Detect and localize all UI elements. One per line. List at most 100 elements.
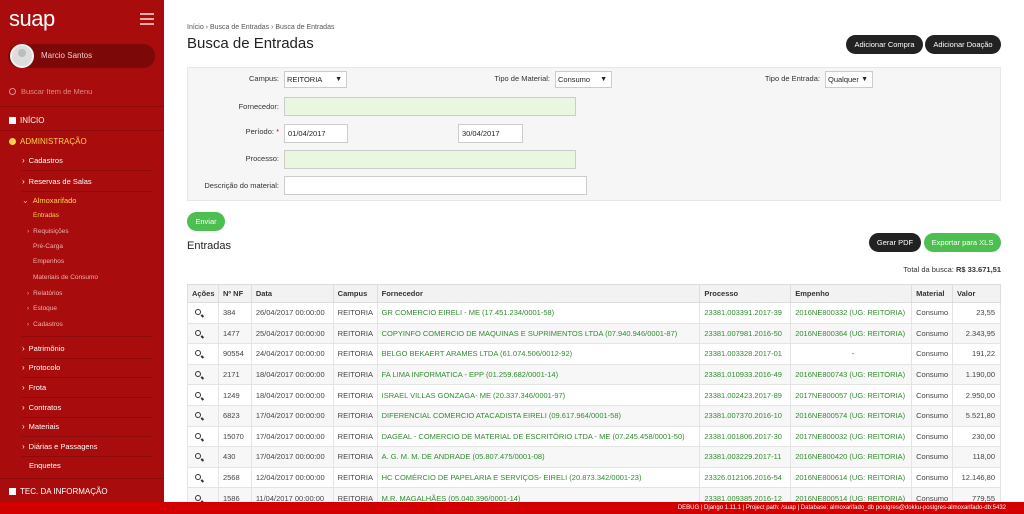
menu-search-input[interactable]: Buscar Item de Menu [9, 87, 92, 96]
view-action-cell[interactable] [187, 343, 219, 365]
processo-cell[interactable]: 23381.010933.2016-49 [699, 363, 792, 386]
menu-label: Cadastros [33, 321, 63, 328]
periodo-inicio-input[interactable]: 01/04/2017 [284, 124, 348, 143]
menu-item-empenhos[interactable]: Empenhos [33, 258, 64, 265]
table-row: 430 17/04/2017 00:00:00 REITORIA A. G. M. M… [187, 446, 1001, 468]
menu-item-contratos[interactable]: › Contratos [22, 403, 61, 412]
fornecedor-cell[interactable]: DIFERENCIAL COMERCIO ATACADISTA EIRELI (… [376, 404, 701, 427]
empenho-cell[interactable]: 2017NE800032 (UG: REITORIA) [790, 425, 913, 448]
descricao-input[interactable] [284, 176, 587, 195]
empenho-cell[interactable]: 2016NE800614 (UG: REITORIA) [790, 466, 913, 489]
processo-cell[interactable]: 23381.007370.2016-10 [699, 404, 792, 427]
search-icon[interactable] [195, 391, 201, 398]
menu-item-tec-informacao[interactable]: TEC. DA INFORMAÇÃO [9, 487, 108, 496]
view-action-cell[interactable] [187, 363, 219, 386]
processo-cell[interactable]: 23381.003229.2017-11 [699, 446, 792, 468]
menu-item-reservas[interactable]: › Reservas de Salas [22, 177, 92, 186]
menu-item-administracao[interactable]: ADMINISTRAÇÃO [9, 137, 87, 146]
fornecedor-cell[interactable]: COPYINFO COMERCIO DE MAQUINAS E SUPRIMEN… [376, 322, 701, 345]
menu-item-frota[interactable]: › Frota [22, 383, 46, 392]
menu-item-enquetes[interactable]: Enquetes [29, 461, 61, 470]
processo-cell[interactable]: 23381.009385.2016-12 [699, 487, 792, 502]
column-header[interactable]: Material [911, 284, 954, 303]
fornecedor-cell[interactable]: BELGO BEKAERT ARAMES LTDA (61.074.506/00… [376, 343, 701, 365]
menu-item-protocolo[interactable]: › Protocolo [22, 363, 60, 372]
menu-item-patrimonio[interactable]: › Patrimônio [22, 344, 65, 353]
tipo-entrada-select[interactable]: Qualquer ▼ [825, 71, 873, 88]
empenho-cell[interactable]: 2016NE800574 (UG: REITORIA) [790, 404, 913, 427]
view-action-cell[interactable] [187, 425, 219, 448]
campus-select[interactable]: REITORIA ▼ [284, 71, 347, 88]
search-icon[interactable] [195, 474, 201, 481]
exportar-xls-button[interactable]: Exportar para XLS [924, 233, 1001, 252]
fornecedor-cell[interactable]: DAGEAL - COMERCIO DE MATERIAL DE ESCRITÓ… [376, 425, 701, 448]
fornecedor-cell[interactable]: A. G. M. M. DE ANDRADE (05.807.475/0001-… [376, 446, 701, 468]
column-header[interactable]: Data [250, 284, 334, 303]
valor-cell: 191,22 [952, 343, 1001, 365]
menu-item-inicio[interactable]: INÍCIO [9, 116, 44, 125]
view-action-cell[interactable] [187, 487, 219, 502]
fornecedor-cell[interactable]: ISRAEL VILLAS GONZAGA- ME (20.337.346/00… [376, 384, 701, 406]
empenho-cell[interactable]: 2016NE800514 (UG: REITORIA) [790, 487, 913, 502]
empenho-cell[interactable]: 2016NE800364 (UG: REITORIA) [790, 322, 913, 345]
periodo-fim-input[interactable]: 30/04/2017 [458, 124, 523, 143]
menu-item-estoque[interactable]: › Estoque [27, 305, 57, 312]
menu-item-almox-cadastros[interactable]: › Cadastros [27, 321, 63, 328]
breadcrumb[interactable]: Início › Busca de Entradas › Busca de En… [187, 24, 334, 31]
fornecedor-cell[interactable]: M.R. MAGALHÃES (05.040.396/0001-14) [376, 487, 701, 502]
column-header[interactable]: Valor [952, 284, 1001, 303]
column-header[interactable]: Empenho [790, 284, 913, 303]
submit-button[interactable]: Enviar [187, 212, 225, 231]
empenho-cell[interactable]: 2016NE800332 (UG: REITORIA) [790, 302, 913, 324]
menu-item-requisicoes[interactable]: › Requisições [27, 228, 69, 235]
user-profile[interactable]: Marcio Santos [8, 44, 155, 68]
menu-item-relatorios[interactable]: › Relatórios [27, 290, 62, 297]
processo-cell[interactable]: 23381.003391.2017-39 [699, 302, 792, 324]
search-icon[interactable] [195, 309, 201, 316]
view-action-cell[interactable] [187, 446, 219, 468]
add-doacao-button[interactable]: Adicionar Doação [925, 35, 1001, 54]
processo-cell[interactable]: 23381.007981.2016-50 [699, 322, 792, 345]
column-header[interactable]: Campus [332, 284, 378, 303]
view-action-cell[interactable] [187, 404, 219, 427]
menu-toggle-icon[interactable] [140, 13, 154, 25]
menu-item-diarias[interactable]: › Diárias e Passagens [22, 442, 97, 451]
view-action-cell[interactable] [187, 322, 219, 345]
fornecedor-cell[interactable]: GR COMERCIO EIRELI - ME (17.451.234/0001… [376, 302, 701, 324]
menu-item-cadastros[interactable]: › Cadastros [22, 156, 63, 165]
processo-cell[interactable]: 23381.003328.2017-01 [699, 343, 792, 365]
search-icon[interactable] [195, 494, 201, 501]
column-header[interactable]: Nº NF [217, 284, 252, 303]
empenho-cell[interactable]: 2016NE800743 (UG: REITORIA) [790, 363, 913, 386]
menu-item-entradas[interactable]: Entradas [33, 212, 59, 219]
menu-item-materiais[interactable]: › Materiais [22, 422, 59, 431]
app-logo[interactable]: suap [9, 6, 55, 32]
menu-item-almoxarifado[interactable]: ⌄ Almoxarifado [22, 196, 76, 205]
search-icon[interactable] [195, 453, 201, 460]
material-cell: Consumo [911, 384, 954, 406]
processo-cell[interactable]: 23381.002423.2017-89 [699, 384, 792, 406]
column-header[interactable]: Processo [699, 284, 792, 303]
view-action-cell[interactable] [187, 466, 219, 489]
processo-input[interactable] [284, 150, 576, 169]
search-icon[interactable] [195, 412, 201, 419]
tipo-material-select[interactable]: Consumo ▼ [555, 71, 612, 88]
empenho-cell[interactable]: 2017NE800057 (UG: REITORIA) [790, 384, 913, 406]
gerar-pdf-button[interactable]: Gerar PDF [869, 233, 921, 252]
menu-item-pre-carga[interactable]: Pré-Carga [33, 243, 63, 250]
search-icon[interactable] [195, 329, 201, 336]
view-action-cell[interactable] [187, 302, 219, 324]
processo-cell[interactable]: 23381.001806.2017-30 [699, 425, 792, 448]
processo-cell[interactable]: 23326.012106.2016-54 [699, 466, 792, 489]
fornecedor-input[interactable] [284, 97, 576, 116]
fornecedor-cell[interactable]: HC COMÉRCIO DE PAPELARIA E SERVIÇOS- EIR… [376, 466, 701, 489]
view-action-cell[interactable] [187, 384, 219, 406]
fornecedor-cell[interactable]: FA LIMA INFORMATICA - EPP (01.259.682/00… [376, 363, 701, 386]
search-icon[interactable] [195, 432, 201, 439]
search-icon[interactable] [195, 350, 201, 357]
column-header[interactable]: Fornecedor [376, 284, 701, 303]
add-compra-button[interactable]: Adicionar Compra [846, 35, 923, 54]
empenho-cell[interactable]: 2016NE800420 (UG: REITORIA) [790, 446, 913, 468]
search-icon[interactable] [195, 371, 201, 378]
menu-item-materiais-consumo[interactable]: Materiais de Consumo [33, 274, 98, 281]
